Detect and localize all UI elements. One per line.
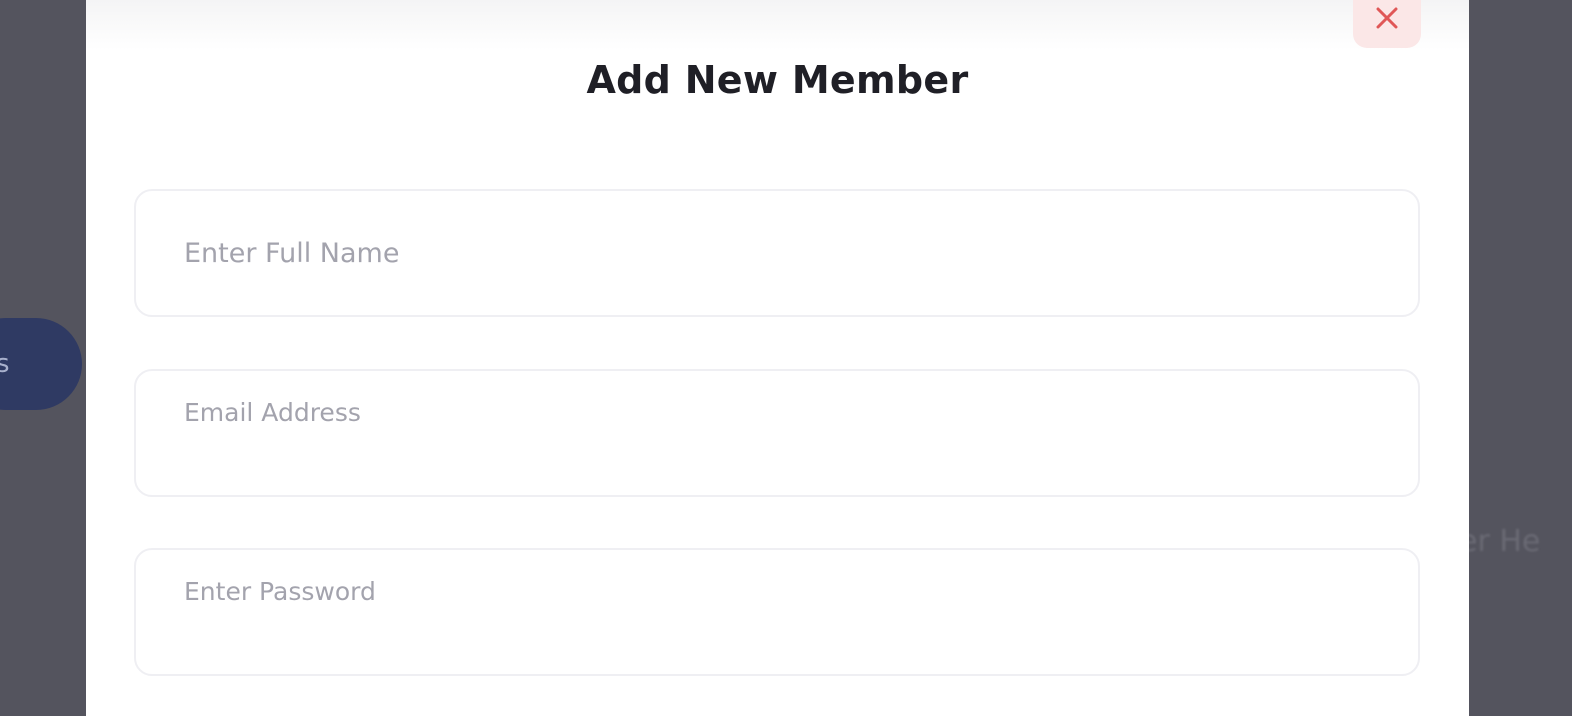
background-nav-button: s <box>0 318 82 410</box>
modal-title: Add New Member <box>586 58 969 102</box>
close-button[interactable] <box>1353 0 1421 48</box>
close-icon <box>1376 7 1398 29</box>
modal-header-shade <box>86 0 1469 50</box>
email-field[interactable] <box>134 369 1420 497</box>
password-input[interactable] <box>184 574 1364 608</box>
full-name-field[interactable] <box>134 189 1420 317</box>
full-name-input[interactable] <box>184 235 1364 271</box>
add-member-modal: Add New Member <box>86 0 1469 716</box>
password-field[interactable] <box>134 548 1420 676</box>
email-input[interactable] <box>184 395 1364 429</box>
